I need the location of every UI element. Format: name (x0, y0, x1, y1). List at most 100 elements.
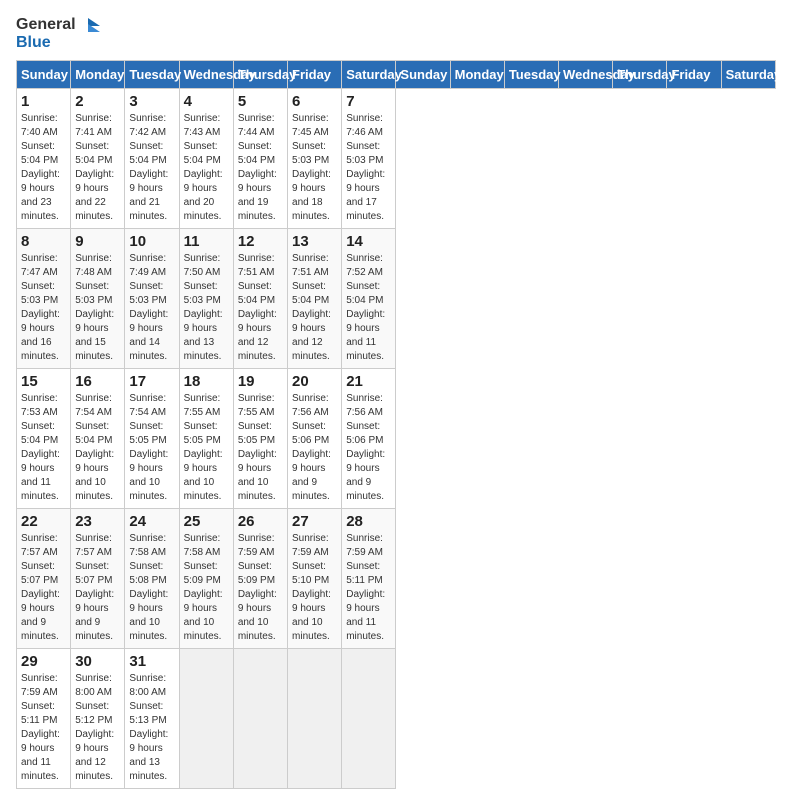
day-info: Sunrise: 7:57 AMSunset: 5:07 PMDaylight:… (75, 533, 114, 642)
day-info: Sunrise: 7:42 AMSunset: 5:04 PMDaylight:… (129, 113, 168, 222)
calendar-cell: 10 Sunrise: 7:49 AMSunset: 5:03 PMDaylig… (125, 228, 179, 368)
day-info: Sunrise: 7:59 AMSunset: 5:09 PMDaylight:… (238, 533, 277, 642)
day-info: Sunrise: 7:58 AMSunset: 5:09 PMDaylight:… (184, 533, 223, 642)
logo: General Blue (16, 16, 100, 52)
day-number: 7 (346, 93, 391, 110)
header-sunday: Sunday (17, 60, 71, 88)
day-info: Sunrise: 7:54 AMSunset: 5:04 PMDaylight:… (75, 393, 114, 502)
day-info: Sunrise: 7:51 AMSunset: 5:04 PMDaylight:… (292, 253, 331, 362)
day-info: Sunrise: 7:52 AMSunset: 5:04 PMDaylight:… (346, 253, 385, 362)
calendar-week-1: 8 Sunrise: 7:47 AMSunset: 5:03 PMDayligh… (17, 228, 776, 368)
calendar-cell: 31 Sunrise: 8:00 AMSunset: 5:13 PMDaylig… (125, 648, 179, 788)
day-number: 12 (238, 233, 283, 250)
calendar-cell: 30 Sunrise: 8:00 AMSunset: 5:12 PMDaylig… (71, 648, 125, 788)
col-header-saturday: Saturday (721, 60, 775, 88)
col-header-sunday: Sunday (396, 60, 450, 88)
calendar-cell: 21 Sunrise: 7:56 AMSunset: 5:06 PMDaylig… (342, 368, 396, 508)
calendar-cell: 8 Sunrise: 7:47 AMSunset: 5:03 PMDayligh… (17, 228, 71, 368)
day-number: 15 (21, 373, 66, 390)
calendar-cell: 13 Sunrise: 7:51 AMSunset: 5:04 PMDaylig… (288, 228, 342, 368)
day-info: Sunrise: 7:51 AMSunset: 5:04 PMDaylight:… (238, 253, 277, 362)
header-thursday: Thursday (233, 60, 287, 88)
calendar-cell: 25 Sunrise: 7:58 AMSunset: 5:09 PMDaylig… (179, 508, 233, 648)
calendar-cell: 4 Sunrise: 7:43 AMSunset: 5:04 PMDayligh… (179, 88, 233, 228)
day-info: Sunrise: 7:55 AMSunset: 5:05 PMDaylight:… (184, 393, 223, 502)
calendar-header-row: SundayMondayTuesdayWednesdayThursdayFrid… (17, 60, 776, 88)
calendar-cell: 26 Sunrise: 7:59 AMSunset: 5:09 PMDaylig… (233, 508, 287, 648)
calendar-cell: 18 Sunrise: 7:55 AMSunset: 5:05 PMDaylig… (179, 368, 233, 508)
calendar-cell: 5 Sunrise: 7:44 AMSunset: 5:04 PMDayligh… (233, 88, 287, 228)
day-number: 8 (21, 233, 66, 250)
day-info: Sunrise: 7:59 AMSunset: 5:11 PMDaylight:… (346, 533, 385, 642)
day-number: 14 (346, 233, 391, 250)
day-info: Sunrise: 7:50 AMSunset: 5:03 PMDaylight:… (184, 253, 223, 362)
day-info: Sunrise: 8:00 AMSunset: 5:13 PMDaylight:… (129, 673, 168, 782)
day-info: Sunrise: 8:00 AMSunset: 5:12 PMDaylight:… (75, 673, 114, 782)
day-number: 19 (238, 373, 283, 390)
day-info: Sunrise: 7:48 AMSunset: 5:03 PMDaylight:… (75, 253, 114, 362)
day-number: 25 (184, 513, 229, 530)
calendar-cell: 17 Sunrise: 7:54 AMSunset: 5:05 PMDaylig… (125, 368, 179, 508)
day-number: 3 (129, 93, 174, 110)
header-saturday: Saturday (342, 60, 396, 88)
day-number: 30 (75, 653, 120, 670)
logo-general: General (16, 16, 76, 34)
calendar-week-3: 22 Sunrise: 7:57 AMSunset: 5:07 PMDaylig… (17, 508, 776, 648)
header-monday: Monday (71, 60, 125, 88)
day-number: 18 (184, 373, 229, 390)
day-info: Sunrise: 7:49 AMSunset: 5:03 PMDaylight:… (129, 253, 168, 362)
day-number: 13 (292, 233, 337, 250)
calendar-cell: 3 Sunrise: 7:42 AMSunset: 5:04 PMDayligh… (125, 88, 179, 228)
day-info: Sunrise: 7:41 AMSunset: 5:04 PMDaylight:… (75, 113, 114, 222)
day-number: 16 (75, 373, 120, 390)
calendar-cell: 23 Sunrise: 7:57 AMSunset: 5:07 PMDaylig… (71, 508, 125, 648)
calendar-cell: 14 Sunrise: 7:52 AMSunset: 5:04 PMDaylig… (342, 228, 396, 368)
header-wednesday: Wednesday (179, 60, 233, 88)
day-number: 11 (184, 233, 229, 250)
col-header-friday: Friday (667, 60, 721, 88)
day-info: Sunrise: 7:44 AMSunset: 5:04 PMDaylight:… (238, 113, 277, 222)
day-info: Sunrise: 7:40 AMSunset: 5:04 PMDaylight:… (21, 113, 60, 222)
calendar-cell: 7 Sunrise: 7:46 AMSunset: 5:03 PMDayligh… (342, 88, 396, 228)
logo-blue: Blue (16, 34, 100, 52)
day-info: Sunrise: 7:57 AMSunset: 5:07 PMDaylight:… (21, 533, 60, 642)
day-info: Sunrise: 7:47 AMSunset: 5:03 PMDaylight:… (21, 253, 60, 362)
day-info: Sunrise: 7:53 AMSunset: 5:04 PMDaylight:… (21, 393, 60, 502)
day-info: Sunrise: 7:43 AMSunset: 5:04 PMDaylight:… (184, 113, 223, 222)
calendar-table: SundayMondayTuesdayWednesdayThursdayFrid… (16, 60, 776, 789)
calendar-cell: 19 Sunrise: 7:55 AMSunset: 5:05 PMDaylig… (233, 368, 287, 508)
calendar-cell: 20 Sunrise: 7:56 AMSunset: 5:06 PMDaylig… (288, 368, 342, 508)
day-number: 28 (346, 513, 391, 530)
calendar-cell: 1 Sunrise: 7:40 AMSunset: 5:04 PMDayligh… (17, 88, 71, 228)
day-number: 29 (21, 653, 66, 670)
calendar-week-0: 1 Sunrise: 7:40 AMSunset: 5:04 PMDayligh… (17, 88, 776, 228)
col-header-wednesday: Wednesday (559, 60, 613, 88)
calendar-cell: 28 Sunrise: 7:59 AMSunset: 5:11 PMDaylig… (342, 508, 396, 648)
header-friday: Friday (288, 60, 342, 88)
day-number: 24 (129, 513, 174, 530)
calendar-cell (288, 648, 342, 788)
calendar-cell: 16 Sunrise: 7:54 AMSunset: 5:04 PMDaylig… (71, 368, 125, 508)
day-number: 23 (75, 513, 120, 530)
day-number: 2 (75, 93, 120, 110)
calendar-cell: 29 Sunrise: 7:59 AMSunset: 5:11 PMDaylig… (17, 648, 71, 788)
day-info: Sunrise: 7:59 AMSunset: 5:11 PMDaylight:… (21, 673, 60, 782)
day-info: Sunrise: 7:55 AMSunset: 5:05 PMDaylight:… (238, 393, 277, 502)
day-number: 26 (238, 513, 283, 530)
calendar-cell (342, 648, 396, 788)
day-number: 27 (292, 513, 337, 530)
col-header-monday: Monday (450, 60, 504, 88)
day-info: Sunrise: 7:56 AMSunset: 5:06 PMDaylight:… (346, 393, 385, 502)
header-tuesday: Tuesday (125, 60, 179, 88)
col-header-thursday: Thursday (613, 60, 667, 88)
calendar-cell (179, 648, 233, 788)
calendar-cell: 9 Sunrise: 7:48 AMSunset: 5:03 PMDayligh… (71, 228, 125, 368)
day-info: Sunrise: 7:54 AMSunset: 5:05 PMDaylight:… (129, 393, 168, 502)
day-info: Sunrise: 7:56 AMSunset: 5:06 PMDaylight:… (292, 393, 331, 502)
day-number: 21 (346, 373, 391, 390)
day-number: 6 (292, 93, 337, 110)
day-number: 20 (292, 373, 337, 390)
calendar-cell: 22 Sunrise: 7:57 AMSunset: 5:07 PMDaylig… (17, 508, 71, 648)
day-info: Sunrise: 7:45 AMSunset: 5:03 PMDaylight:… (292, 113, 331, 222)
day-number: 31 (129, 653, 174, 670)
